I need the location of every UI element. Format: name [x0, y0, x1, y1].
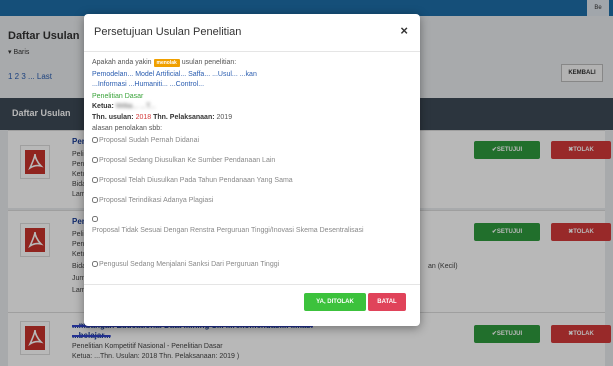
reason-checkbox[interactable] [92, 261, 98, 267]
reason-checkbox[interactable] [92, 197, 98, 203]
question-suffix: usulan penelitian: [181, 59, 237, 66]
proposal-scheme: Penelitian Dasar [92, 93, 144, 100]
confirm-question: Apakah anda yakin menolak usulan penelit… [92, 58, 236, 68]
reason-label: alasan penolakan sbb: [92, 125, 163, 132]
proposal-leader: Ketua: Willia... ...T... [92, 102, 155, 112]
reason-text: Proposal Sedang Diusulkan Ke Sumber Pend… [99, 157, 276, 164]
reason-option[interactable]: Pengusul Sedang Menjalani Sanksi Dari Pe… [92, 260, 279, 270]
leader-label: Ketua: [92, 103, 114, 110]
reason-text: Proposal Tidak Sesuai Dengan Renstra Per… [92, 227, 364, 234]
reason-text: Pengusul Sedang Menjalani Sanksi Dari Pe… [99, 261, 280, 268]
reason-option[interactable]: Proposal Terindikasi Adanya Plagiasi [92, 196, 213, 206]
reason-text: Proposal Telah Diusulkan Pada Tahun Pend… [99, 177, 293, 184]
reason-text: Proposal Sudah Pernah Didanai [99, 137, 200, 144]
proposal-title-line: Pemodelan... Model Artificial... Saffa..… [92, 71, 257, 78]
reason-text: Proposal Terindikasi Adanya Plagiasi [99, 197, 214, 204]
confirm-reject-button[interactable]: YA, DITOLAK [304, 293, 366, 311]
modal-header: Persetujuan Usulan Penelitian × [84, 14, 420, 52]
year-proposed-value: 2018 [135, 114, 152, 121]
reason-checkbox[interactable] [92, 216, 98, 222]
year-implemented-value: 2019 [216, 114, 233, 121]
year-implemented-label: Thn. Pelaksanaan: [153, 114, 215, 121]
reason-option[interactable]: Proposal Sudah Pernah Didanai [92, 136, 199, 146]
reason-checkbox[interactable] [92, 177, 98, 183]
year-proposed-label: Thn. usulan: [92, 114, 134, 121]
question-prefix: Apakah anda yakin [92, 59, 152, 66]
reason-option[interactable]: Proposal Sedang Diusulkan Ke Sumber Pend… [92, 156, 275, 166]
approval-modal: Persetujuan Usulan Penelitian × Apakah a… [84, 14, 420, 326]
reason-option[interactable]: Proposal Tidak Sesuai Dengan Renstra Per… [92, 214, 392, 236]
modal-title: Persetujuan Usulan Penelitian [94, 26, 242, 38]
reason-option[interactable]: Proposal Telah Diusulkan Pada Tahun Pend… [92, 176, 293, 186]
leader-value: Willia... ...T... [115, 103, 156, 110]
modal-footer: YA, DITOLAK BATAL [84, 284, 420, 326]
reason-checkbox[interactable] [92, 157, 98, 163]
reason-checkbox[interactable] [92, 137, 98, 143]
reject-badge: menolak [153, 59, 180, 67]
close-icon[interactable]: × [400, 23, 408, 38]
cancel-button[interactable]: BATAL [368, 293, 406, 311]
proposal-title-line: ...Informasi ...Humaniti... ...Control..… [92, 81, 205, 88]
proposal-years: Thn. usulan: 2018 Thn. Pelaksanaan: 2019 [92, 113, 232, 123]
